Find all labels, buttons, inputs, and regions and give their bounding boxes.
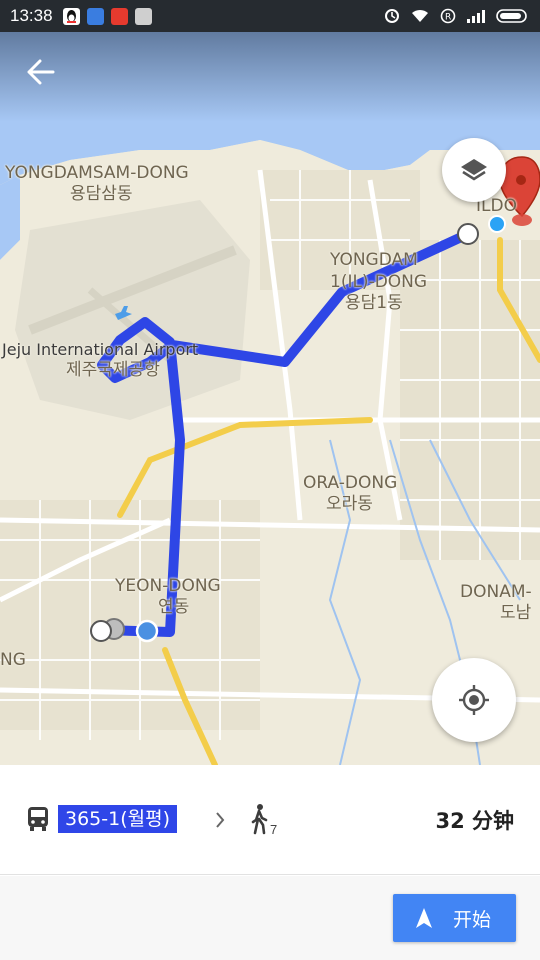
bus-route-badge: 365-1(월평) xyxy=(58,805,177,833)
map-label-yongdam: YONGDAM xyxy=(330,250,418,270)
map-label-yongdamsam: YONGDAMSAM-DONG xyxy=(5,163,189,183)
app-notification-icon xyxy=(86,7,104,25)
my-location-icon xyxy=(459,685,489,715)
layers-icon xyxy=(461,159,487,181)
airport-area xyxy=(15,200,250,420)
alarm-icon xyxy=(385,9,399,23)
bus-icon xyxy=(28,807,48,831)
news-notification-icon xyxy=(110,7,128,25)
map-label-yongdam-ko: 용담1동 xyxy=(345,293,403,313)
start-location-dot xyxy=(135,619,159,643)
map-label-ng: NG xyxy=(0,650,26,670)
start-button-label: 开始 xyxy=(453,908,492,931)
wifi-icon xyxy=(412,9,428,22)
map-label-yeon: YEON-DONG xyxy=(115,576,221,596)
map-label-yongdam-il: 1(IL)-DONG xyxy=(330,272,428,292)
message-notification-icon xyxy=(134,7,152,25)
top-gradient xyxy=(0,32,540,122)
registered-icon: R xyxy=(440,8,456,24)
route-end-stop-marker xyxy=(457,223,479,245)
signal-icon xyxy=(467,10,485,23)
back-button[interactable] xyxy=(18,52,64,92)
walk-minutes: 7 xyxy=(270,822,278,837)
my-location-button[interactable] xyxy=(432,658,516,742)
trip-duration: 32 分钟 xyxy=(435,809,514,833)
chevron-right-icon xyxy=(216,812,225,828)
battery-icon xyxy=(496,9,527,23)
layers-button[interactable] xyxy=(442,138,506,202)
map-label-ora-ko: 오라동 xyxy=(326,494,373,514)
arrow-left-icon xyxy=(27,59,55,85)
svg-text:R: R xyxy=(445,13,451,23)
route-origin-marker xyxy=(90,620,112,642)
walk-icon xyxy=(251,804,268,835)
map-label-yongdamsam-ko: 용담삼동 xyxy=(70,184,133,204)
destination-dot xyxy=(488,215,506,233)
map-label-ora: ORA-DONG xyxy=(303,473,398,493)
map-label-donam-ko: 도남 xyxy=(500,603,532,623)
map-label-airport: Jeju International Airport xyxy=(2,340,199,359)
map-label-yeon-ko: 연동 xyxy=(158,597,190,617)
status-bar: 13:38 R xyxy=(0,0,540,32)
navigation-arrow-icon xyxy=(416,908,432,928)
status-right: R xyxy=(384,8,530,24)
start-navigation-button[interactable]: 开始 xyxy=(393,894,516,942)
status-time: 13:38 xyxy=(10,6,53,25)
map-label-airport-ko: 제주국제공항 xyxy=(66,360,160,380)
map-label-donam: DONAM- xyxy=(460,582,532,602)
qq-notification-icon xyxy=(62,7,80,25)
